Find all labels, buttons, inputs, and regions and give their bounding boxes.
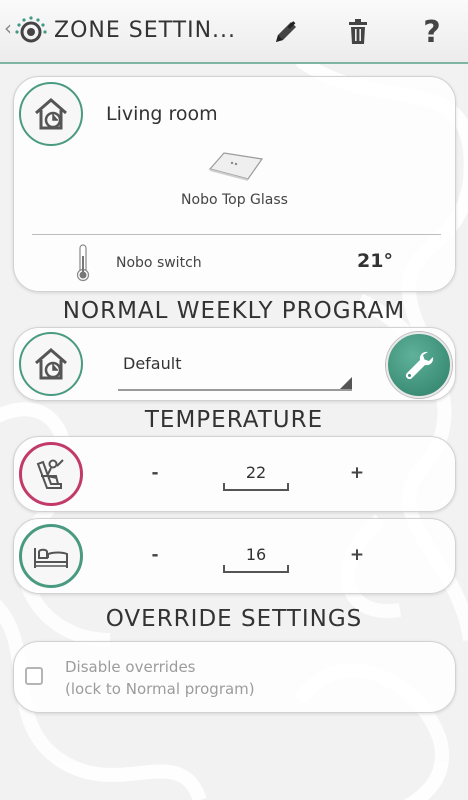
house-clock-icon [35,98,67,130]
eco-icon-circle [19,524,83,588]
armchair-person-icon [36,459,64,489]
program-card: Default [13,327,456,401]
override-label-line2: (lock to Normal program) [65,680,255,698]
help-icon: ? [423,14,441,50]
device-name: Nobo Top Glass [181,192,288,208]
app-header: ‹ ZONE SETTIN... ? [0,0,468,64]
zone-name: Living room [106,103,218,125]
disable-overrides-checkbox[interactable] [25,667,43,685]
program-select-value: Default [123,354,182,373]
program-icon-circle [19,332,83,396]
program-heading: NORMAL WEEKLY PROGRAM [62,298,406,324]
comfort-decrease-button[interactable]: - [140,461,170,485]
dropdown-arrow-icon [340,377,352,389]
chevron-left-icon[interactable]: ‹ [4,18,12,38]
override-label-line1: Disable overrides [65,658,196,676]
comfort-temperature-card: - 22 + [13,436,456,512]
zone-info-card: Living room Nobo Top Glass Nobo switch 2… [13,76,456,292]
sensor-name: Nobo switch [116,255,202,271]
override-heading: OVERRIDE SETTINGS [105,606,363,632]
eco-increase-button[interactable]: + [342,543,372,567]
comfort-temperature-value[interactable]: 22 [223,463,289,482]
pencil-icon [276,21,296,42]
heater-device-icon [208,152,264,181]
bed-icon [34,548,68,568]
zone-icon-circle [19,82,83,146]
current-temperature: 21° [357,250,393,272]
comfort-icon-circle [19,442,83,506]
thermometer-icon [76,244,90,282]
disable-overrides-label[interactable]: Disable overrides (lock to Normal progra… [65,656,255,700]
program-select[interactable]: Default [118,346,352,391]
edit-button[interactable] [266,12,306,52]
edit-program-button[interactable] [386,332,452,398]
eco-temperature-value[interactable]: 16 [223,545,289,564]
comfort-increase-button[interactable]: + [342,461,372,485]
trash-icon [349,19,367,44]
eco-decrease-button[interactable]: - [140,543,170,567]
delete-button[interactable] [338,12,378,52]
wrench-icon [405,351,434,380]
page-title: ZONE SETTIN... [54,18,237,43]
help-button[interactable]: ? [412,12,452,52]
house-clock-icon [35,348,67,380]
divider [32,234,441,235]
app-logo-icon[interactable] [14,15,48,49]
override-card: Disable overrides (lock to Normal progra… [13,641,456,713]
temperature-heading: TEMPERATURE [144,407,324,433]
eco-temperature-card: - 16 + [13,518,456,594]
